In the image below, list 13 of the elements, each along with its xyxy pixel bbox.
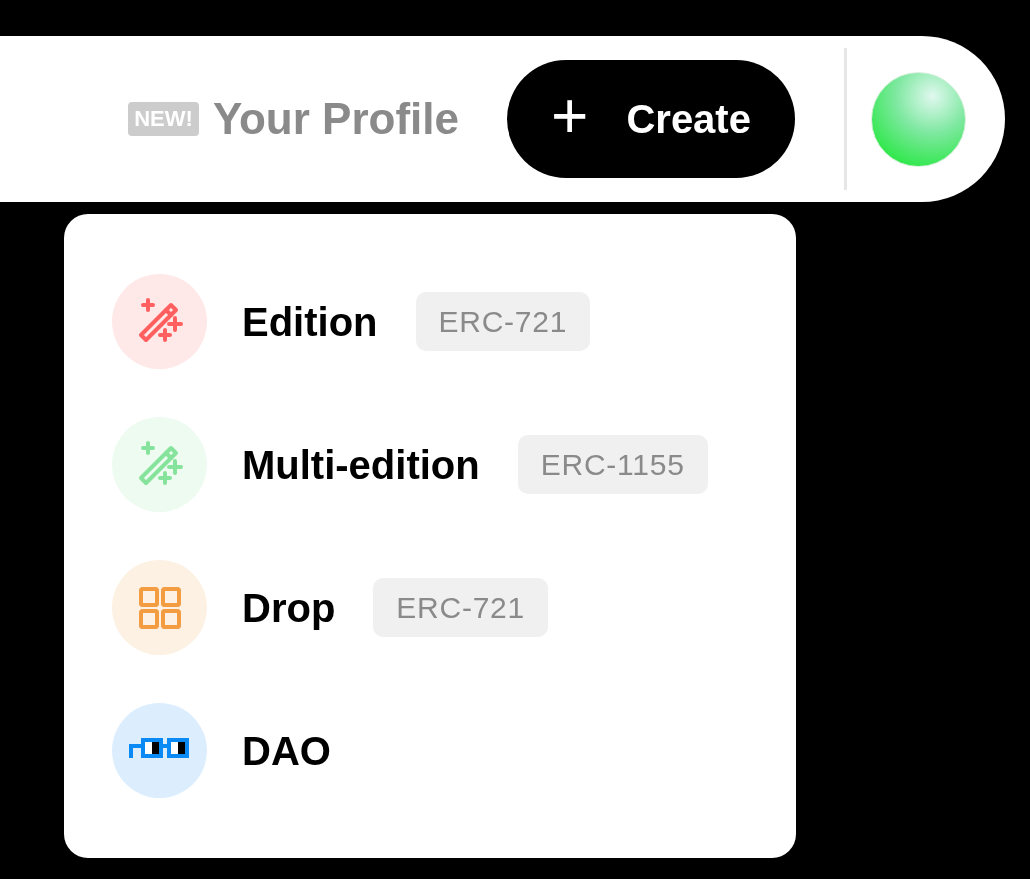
menu-item-label: Edition [242, 301, 378, 342]
menu-item[interactable]: DAO [112, 703, 796, 798]
menu-item-label: DAO [242, 730, 331, 771]
menu-item-label: Drop [242, 587, 336, 628]
menu-item[interactable]: Multi-edition ERC-1155 [112, 417, 796, 512]
standard-tag: ERC-721 [415, 292, 591, 351]
plus-icon: + [551, 84, 589, 148]
standard-tag: ERC-1155 [517, 435, 708, 494]
menu-item[interactable]: Edition ERC-721 [112, 274, 796, 369]
create-button[interactable]: + Create [507, 60, 795, 178]
menu-item-label: Multi-edition [242, 444, 480, 485]
standard-tag: ERC-721 [373, 578, 548, 637]
menu-item[interactable]: Drop ERC-721 [112, 560, 796, 655]
